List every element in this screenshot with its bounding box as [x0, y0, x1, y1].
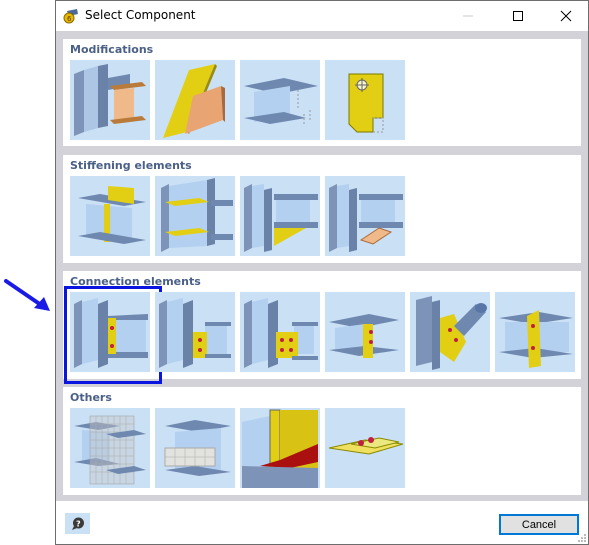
component-web-stiffener[interactable]	[70, 176, 150, 256]
notched-beam-icon	[244, 78, 318, 124]
fin-plate-icon	[74, 298, 148, 368]
component-inclined-cut[interactable]	[155, 60, 235, 140]
close-button[interactable]	[544, 1, 588, 31]
component-bolt-plate[interactable]	[325, 408, 405, 488]
group-modifications: Modifications	[63, 39, 581, 146]
mesh-plane-icon	[74, 415, 146, 485]
bolt-plate-icon	[328, 437, 404, 455]
title-bar: 6 Select Component	[56, 1, 588, 31]
component-tube-gusset[interactable]	[410, 292, 490, 372]
minimize-button[interactable]	[446, 1, 490, 31]
svg-text:?: ?	[76, 519, 81, 528]
maximize-button[interactable]	[496, 1, 540, 31]
weld-icon	[242, 409, 318, 488]
tube-gusset-icon	[416, 296, 487, 370]
haunch-plate-icon	[244, 184, 318, 252]
web-stiffener-icon	[78, 186, 146, 244]
end-plate-two-bolts-icon	[159, 298, 231, 368]
component-beam-end-shortening[interactable]	[70, 60, 150, 140]
app-icon: 6	[63, 9, 78, 24]
window-title: Select Component	[85, 8, 196, 22]
component-column-stiffeners[interactable]	[155, 176, 235, 256]
component-weld[interactable]	[240, 408, 320, 488]
group-title: Others	[70, 391, 112, 404]
end-plate-four-bolts-icon	[244, 298, 318, 368]
component-auxiliary-block[interactable]	[155, 408, 235, 488]
component-end-plate-four-bolts[interactable]	[240, 292, 320, 372]
component-fin-plate[interactable]	[64, 286, 162, 384]
yellow-plate-hole-icon	[348, 73, 384, 133]
group-others: Others	[63, 387, 581, 495]
component-haunch-section[interactable]	[325, 176, 405, 256]
help-button[interactable]: ?	[65, 513, 90, 534]
dialog-footer: ? Cancel	[56, 501, 588, 544]
group-connection-elements: Connection elements	[63, 271, 581, 384]
beam-fin-plate-icon	[329, 314, 399, 358]
component-splice-plate[interactable]	[495, 292, 575, 372]
group-stiffening-elements: Stiffening elements	[63, 155, 581, 263]
splice-plate-icon	[499, 310, 573, 368]
component-plate-cut[interactable]	[325, 60, 405, 140]
dialog-body: Modifications Stiffening elements Connec…	[56, 31, 588, 501]
minimize-icon	[463, 15, 473, 17]
maximize-icon	[513, 11, 523, 21]
inclined-plate-cut-icon	[163, 64, 225, 138]
pointer-arrow-icon	[4, 279, 50, 311]
group-title: Modifications	[70, 43, 154, 56]
svg-text:6: 6	[67, 15, 72, 23]
component-end-plate-two-bolts[interactable]	[155, 292, 235, 372]
component-flange-cut[interactable]	[240, 60, 320, 140]
component-haunch-plate[interactable]	[240, 176, 320, 256]
resize-grip-icon[interactable]	[578, 534, 586, 542]
auxiliary-block-icon	[164, 420, 231, 476]
component-beam-fin-plate[interactable]	[325, 292, 405, 372]
cancel-button[interactable]: Cancel	[499, 514, 579, 535]
column-stiffeners-icon	[161, 178, 233, 252]
select-component-dialog: 6 Select Component Modifications Stiffen…	[55, 0, 589, 545]
help-icon: ?	[71, 517, 84, 530]
component-fe-mesh[interactable]	[70, 408, 150, 488]
column-beam-orange-icon	[74, 64, 146, 136]
close-icon	[560, 10, 572, 22]
group-title: Stiffening elements	[70, 159, 192, 172]
haunch-section-icon	[329, 184, 403, 252]
